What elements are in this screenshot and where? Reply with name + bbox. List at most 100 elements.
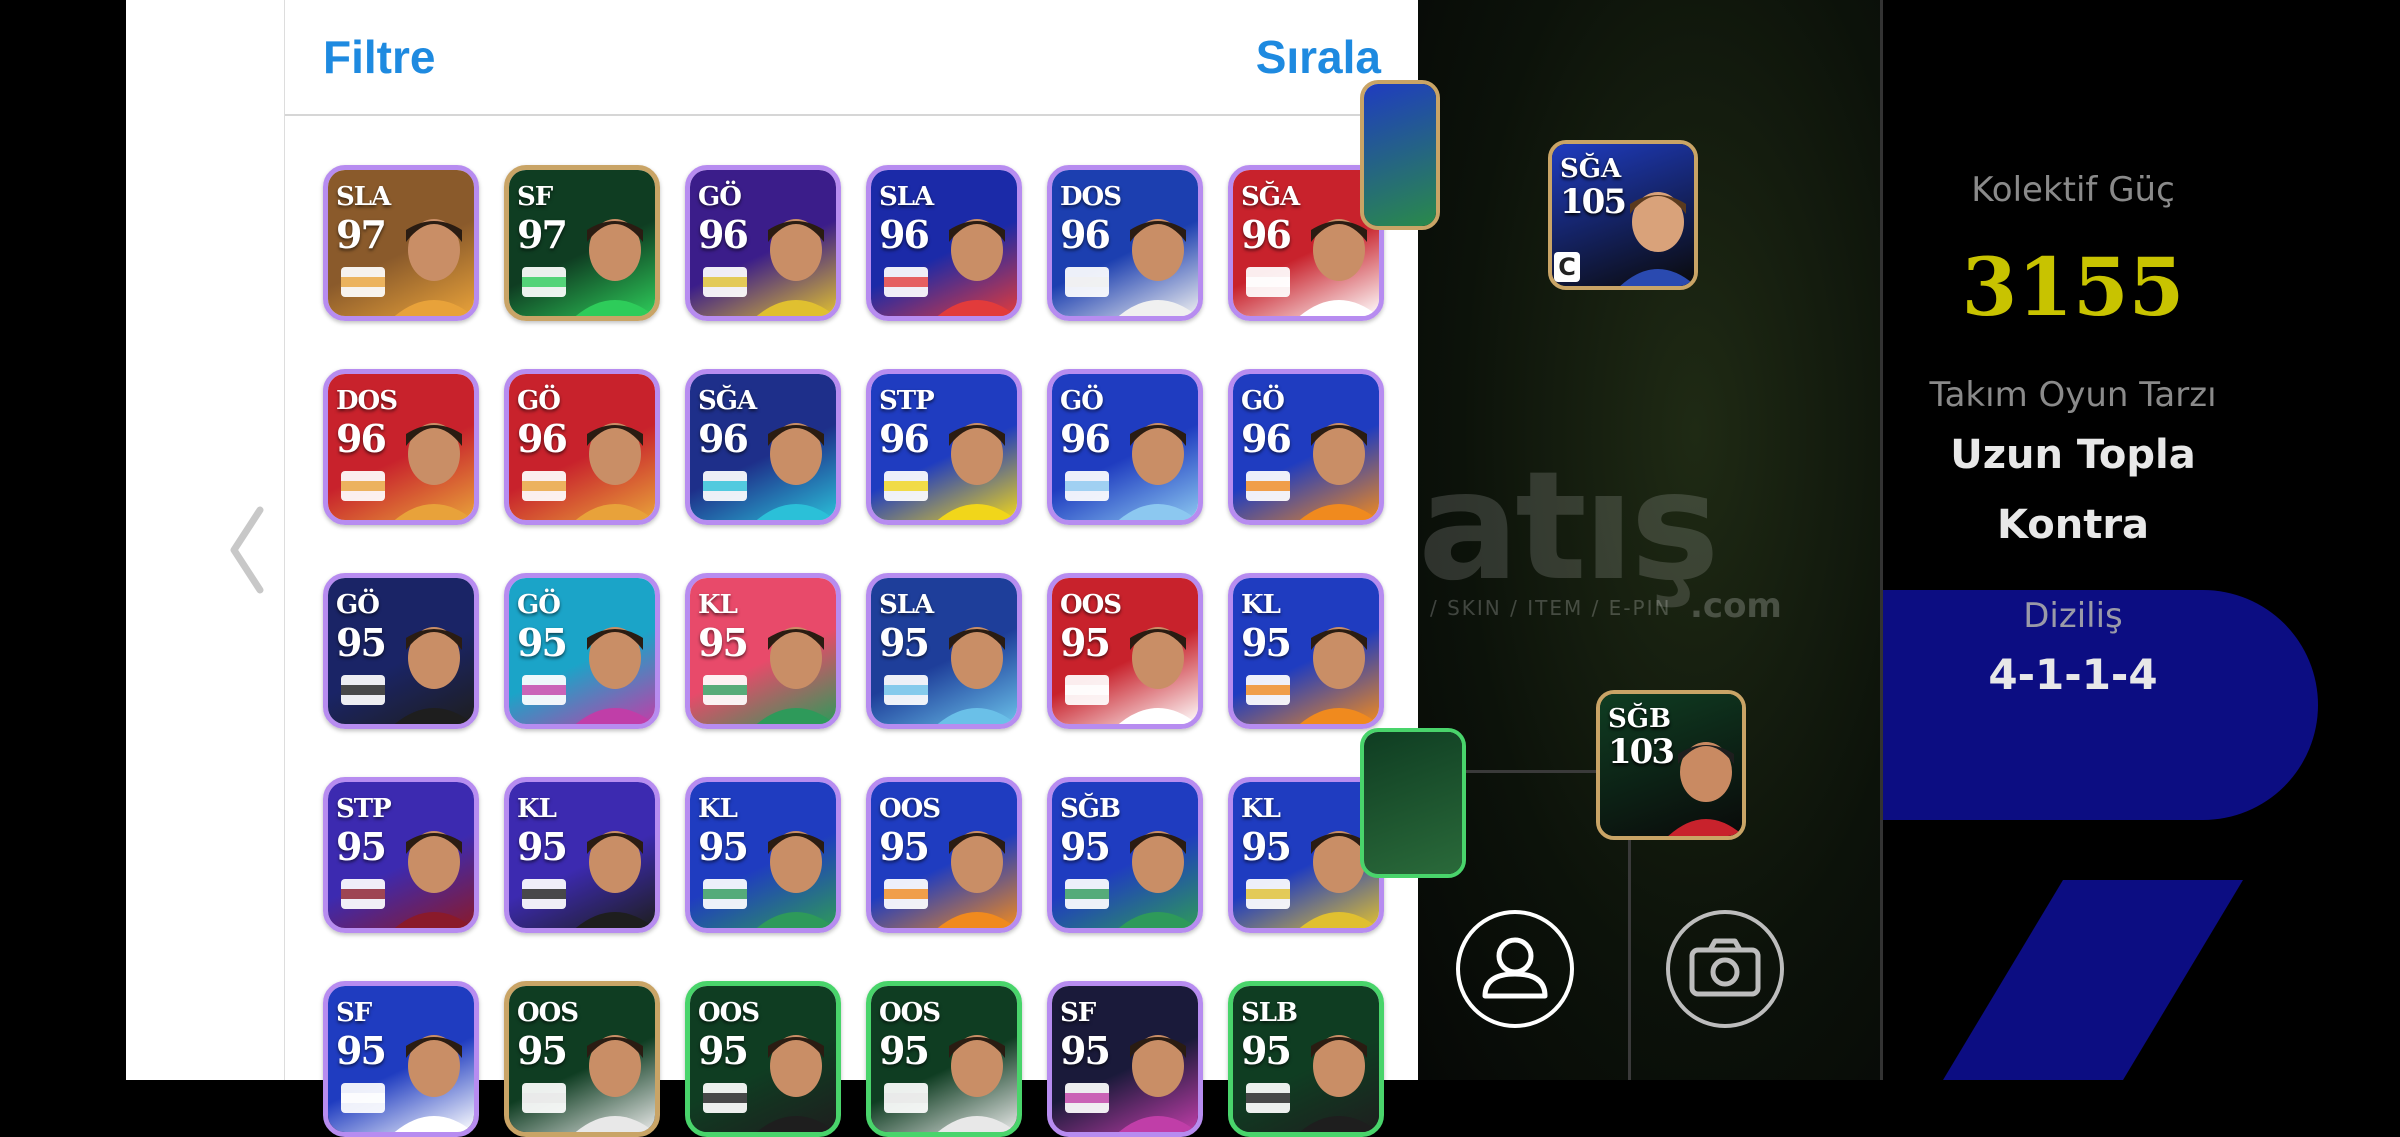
player-position: SLB [1241,998,1298,1028]
club-crest-icon [522,471,566,501]
player-face-icon [756,423,836,520]
player-position: KL [1241,590,1281,620]
player-card[interactable]: SLA 96 [866,165,1022,321]
player-rating: 95 [879,1028,930,1073]
player-card[interactable]: SLA 95 [866,573,1022,729]
player-card[interactable]: OOS 95 [685,981,841,1137]
player-rating: 95 [517,824,568,869]
player-position: KL [1241,794,1281,824]
watermark-subtext: / SKIN / ITEM / E-PIN [1430,596,1672,620]
club-crest-icon [341,675,385,705]
player-card[interactable]: GÖ 96 [504,369,660,525]
pitch-player-card[interactable]: SĞA 105 C [1548,140,1698,290]
club-crest-icon [1246,267,1290,297]
pitch-player-card-partial[interactable] [1360,80,1440,230]
player-position: STP [879,386,935,416]
pitch-player-card[interactable]: SĞB 103 [1596,690,1746,840]
club-crest-icon [703,1083,747,1113]
player-rating: 95 [698,1028,749,1073]
player-face-icon [1118,423,1198,520]
player-rating: 97 [336,212,387,257]
player-card[interactable]: KL 95 [1228,573,1384,729]
player-face-icon [394,831,474,928]
player-card[interactable]: GÖ 96 [685,165,841,321]
player-face-icon [937,627,1017,724]
player-card[interactable]: SLB 95 [1228,981,1384,1137]
filter-button[interactable]: Filtre [323,30,435,84]
player-position: SF [336,998,372,1028]
player-face-icon [1299,627,1379,724]
player-card[interactable]: OOS 95 [504,981,660,1137]
person-icon [1482,937,1548,999]
player-face-icon [394,219,474,316]
club-crest-icon [522,879,566,909]
pitch-player-card-partial[interactable] [1360,728,1466,878]
player-position: SLA [336,182,391,212]
player-position: OOS [517,998,579,1028]
player-position: DOS [1060,182,1122,212]
player-card[interactable]: DOS 96 [1047,165,1203,321]
team-info-panel: Kolektif Güç 3155 Takım Oyun Tarzı Uzun … [1883,0,2400,1080]
player-card[interactable]: KL 95 [685,573,841,729]
club-crest-icon [341,471,385,501]
player-rating: 95 [517,1028,568,1073]
player-card[interactable]: GÖ 96 [1228,369,1384,525]
player-card[interactable]: GÖ 96 [1047,369,1203,525]
player-face-icon [575,219,655,316]
flag-spain-icon [522,267,566,297]
flag-brazil-icon [884,471,928,501]
formation-value[interactable]: 4-1-1-4 [1883,650,2263,699]
player-rating: 95 [1241,1028,1292,1073]
player-card[interactable]: SF 95 [1047,981,1203,1137]
player-card[interactable]: KL 95 [504,777,660,933]
club-crest-icon [341,879,385,909]
player-rating: 96 [879,416,930,461]
player-card[interactable]: SF 97 [504,165,660,321]
player-rating: 95 [879,824,930,869]
team-playstyle-value-line2: Kontra [1996,502,2150,548]
player-position: SĞA [1241,182,1300,212]
player-card[interactable]: GÖ 95 [504,573,660,729]
player-card[interactable]: GÖ 95 [323,573,479,729]
player-rating: 96 [1241,212,1292,257]
player-card[interactable]: SLA 97 [323,165,479,321]
player-card[interactable]: STP 95 [323,777,479,933]
player-card[interactable]: OOS 95 [1047,573,1203,729]
formation-label: Diziliş [2023,596,2123,636]
player-card[interactable]: SĞA 96 [685,369,841,525]
player-position: SLA [879,182,934,212]
player-rating: 96 [336,416,387,461]
player-rating: 95 [336,1028,387,1073]
player-card[interactable]: KL 95 [685,777,841,933]
player-position: GÖ [698,182,742,212]
player-card[interactable]: STP 96 [866,369,1022,525]
player-card[interactable]: OOS 95 [866,981,1022,1137]
profile-button[interactable] [1456,910,1574,1028]
camera-button[interactable] [1666,910,1784,1028]
player-card[interactable]: DOS 96 [323,369,479,525]
player-position: SF [517,182,553,212]
club-crest-icon [341,1083,385,1113]
player-position: OOS [1060,590,1122,620]
player-card[interactable]: OOS 95 [866,777,1022,933]
club-crest-icon [1246,1083,1290,1113]
player-rating: 95 [1060,620,1111,665]
player-position: SLA [879,590,934,620]
player-rating: 95 [698,620,749,665]
player-face-icon [756,1035,836,1132]
player-face-icon [575,831,655,928]
player-card[interactable]: SĞB 95 [1047,777,1203,933]
panel-header: Filtre Sırala [285,0,1419,116]
flag-argentina-icon [1065,471,1109,501]
club-crest-icon [703,267,747,297]
sort-button[interactable]: Sırala [1256,30,1381,84]
player-rating: 95 [336,824,387,869]
player-position: OOS [879,794,941,824]
captain-badge: C [1554,252,1580,282]
player-position: GÖ [336,590,380,620]
player-card[interactable]: SF 95 [323,981,479,1137]
player-rating: 95 [1241,620,1292,665]
player-rating: 96 [698,212,749,257]
chevron-left-icon[interactable] [220,500,280,600]
player-rating: 96 [1241,416,1292,461]
